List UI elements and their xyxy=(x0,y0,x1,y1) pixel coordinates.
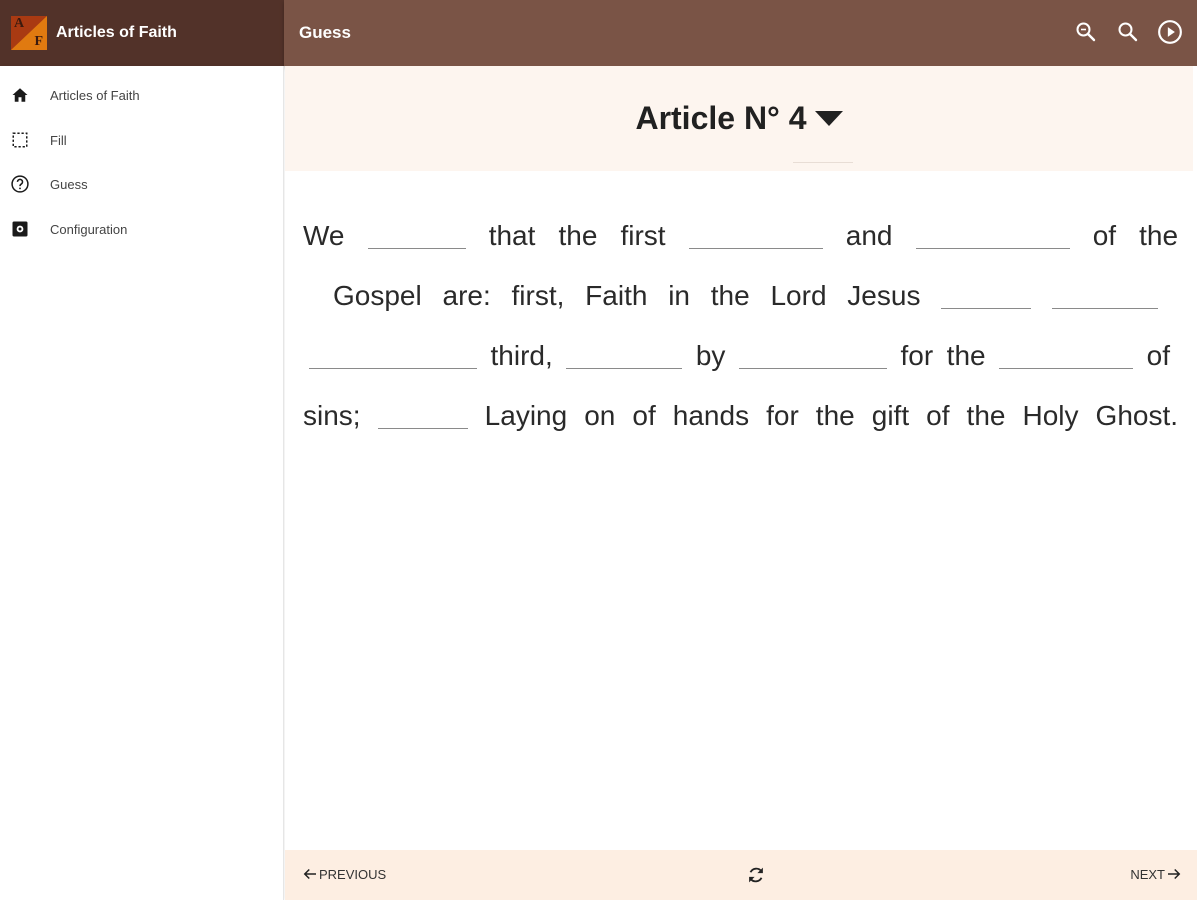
screen-title: Guess xyxy=(299,23,351,42)
passage-line: sins; Laying on of hands for the gift of… xyxy=(303,386,1178,446)
passage-text: Laying on of hands for the gift of the H… xyxy=(484,400,1179,431)
passage-line: Gospel are: first, Faith in the Lord Jes… xyxy=(303,266,1178,326)
sidebar-item-label: Configuration xyxy=(50,221,128,237)
passage-text: and xyxy=(845,220,893,251)
blank-field[interactable] xyxy=(941,283,1032,309)
article-title: Article N° 4 xyxy=(635,100,807,136)
sidebar: Articles of Faith Fill Guess Configurati… xyxy=(0,66,284,900)
next-label: NEXT xyxy=(1130,866,1165,882)
previous-button[interactable]: PREVIOUS xyxy=(301,865,386,883)
play-button[interactable] xyxy=(1155,17,1185,47)
dashed-square-icon xyxy=(10,130,30,150)
app-title: Articles of Faith xyxy=(56,24,177,41)
caret-down-icon xyxy=(814,111,843,126)
sidebar-item-label: Fill xyxy=(50,132,67,148)
play-circle-icon xyxy=(1158,20,1182,44)
home-icon xyxy=(10,85,30,105)
help-circle-icon xyxy=(10,174,30,194)
app-logo: A F xyxy=(11,16,47,50)
sidebar-item-fill[interactable]: Fill xyxy=(0,120,284,160)
article-header: Article N° 4 xyxy=(285,66,1193,171)
settings-box-icon xyxy=(10,219,30,239)
arrow-right-icon xyxy=(1168,868,1181,880)
zoom-in-button[interactable] xyxy=(1113,17,1143,47)
blank-field[interactable] xyxy=(309,343,477,369)
toolbar-actions xyxy=(1071,17,1185,47)
sidebar-item-label: Articles of Faith xyxy=(50,87,140,103)
passage-text: for the xyxy=(900,340,986,371)
sidebar-item-guess[interactable]: Guess xyxy=(0,164,284,204)
passage-text: third, xyxy=(490,340,553,371)
blank-field[interactable] xyxy=(1052,283,1159,309)
sidebar-item-articles-of-faith[interactable]: Articles of Faith xyxy=(0,75,284,115)
passage-text: sins; xyxy=(303,400,361,431)
app-bar: Guess xyxy=(284,0,1197,66)
zoom-in-icon xyxy=(1118,22,1138,42)
blank-field[interactable] xyxy=(367,223,466,249)
main-content: Article N° 4 We that the first and of th… xyxy=(285,66,1197,900)
refresh-button[interactable] xyxy=(745,864,767,891)
passage-text: of the xyxy=(1092,220,1179,251)
zoom-out-button[interactable] xyxy=(1071,17,1101,47)
article-selector-dropdown[interactable]: Article N° 4 xyxy=(635,100,843,137)
bottom-navigation-bar: PREVIOUS NEXT xyxy=(285,850,1197,900)
article-passage: We that the first and of the Gospel are:… xyxy=(303,206,1178,446)
blank-field[interactable] xyxy=(915,223,1070,249)
logo-letter-a: A xyxy=(14,16,25,31)
refresh-icon xyxy=(749,867,763,883)
passage-line: third, by for the of xyxy=(303,326,1178,386)
passage-text: of xyxy=(1146,340,1171,371)
sidebar-item-label: Guess xyxy=(50,176,88,192)
blank-field[interactable] xyxy=(688,223,823,249)
zoom-out-icon xyxy=(1076,22,1096,42)
passage-line: We that the first and of the xyxy=(303,206,1178,266)
blank-field[interactable] xyxy=(999,343,1134,369)
selector-underline xyxy=(793,162,853,163)
sidebar-item-configuration[interactable]: Configuration xyxy=(0,209,284,249)
sidebar-header: A F Articles of Faith xyxy=(0,0,284,66)
blank-field[interactable] xyxy=(566,343,683,369)
passage-text: that the first xyxy=(488,220,666,251)
passage-text: by xyxy=(695,340,726,371)
passage-text: Gospel are: first, Faith in the Lord Jes… xyxy=(333,280,921,311)
blank-field[interactable] xyxy=(377,403,468,429)
passage-text: We xyxy=(303,220,345,251)
blank-field[interactable] xyxy=(738,343,887,369)
arrow-left-icon xyxy=(303,868,316,880)
previous-label: PREVIOUS xyxy=(319,866,387,882)
logo-letter-f: F xyxy=(34,34,43,49)
next-button[interactable]: NEXT xyxy=(1130,865,1183,883)
